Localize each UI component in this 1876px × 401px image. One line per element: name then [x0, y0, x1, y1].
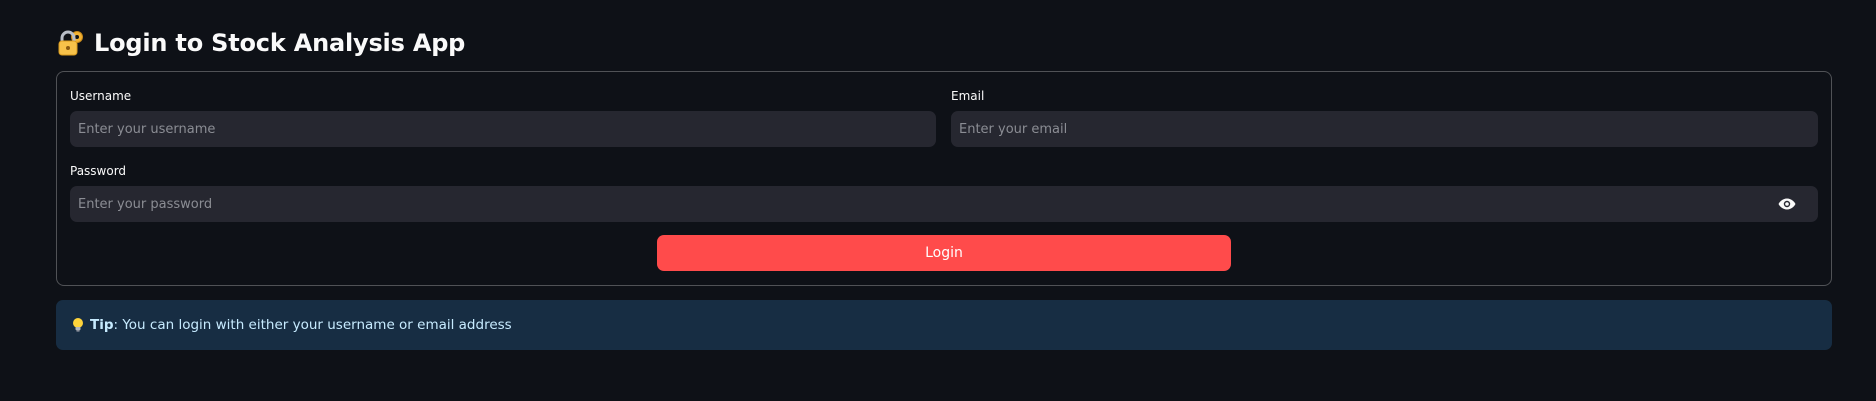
tip-text: : You can login with either your usernam… [113, 317, 512, 333]
login-form: Username Email Password Login [56, 71, 1832, 286]
tip-alert: Tip : You can login with either your use… [56, 300, 1832, 350]
login-button[interactable]: Login [657, 235, 1231, 271]
tip-label: Tip [90, 317, 114, 333]
light-bulb-icon [70, 317, 86, 333]
password-input[interactable] [70, 186, 1818, 222]
page-title-text: Login to Stock Analysis App [94, 29, 466, 57]
locked-with-key-icon [56, 28, 86, 58]
email-label: Email [951, 89, 985, 103]
username-label: Username [70, 89, 132, 103]
password-label: Password [70, 164, 127, 178]
email-input[interactable] [951, 111, 1818, 147]
page-title: Login to Stock Analysis App [56, 24, 465, 62]
username-input[interactable] [70, 111, 936, 147]
login-page: Login to Stock Analysis App Username Ema… [0, 0, 1876, 401]
eye-icon[interactable] [1776, 193, 1798, 215]
